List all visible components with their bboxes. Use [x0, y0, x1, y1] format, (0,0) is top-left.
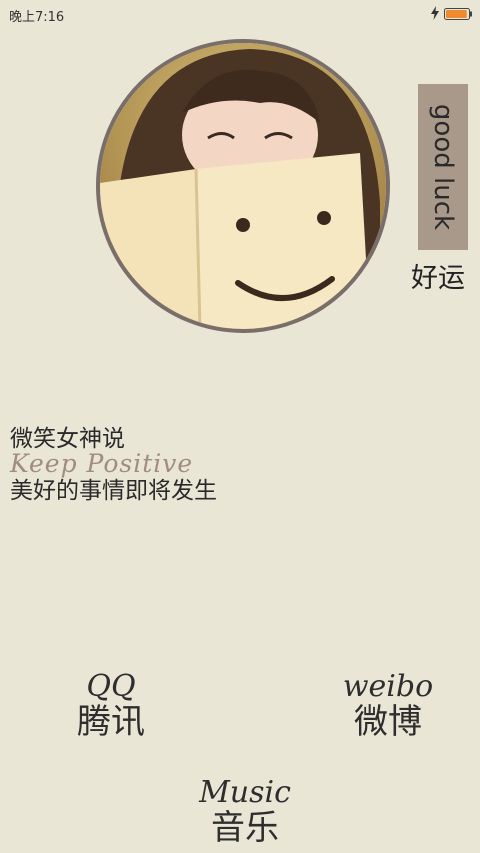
good-luck-badge: good luck	[418, 84, 468, 250]
status-time: 晚上7:16	[9, 10, 65, 25]
status-bar: 晚上7:16	[0, 0, 480, 28]
qq-label-zh: 腾讯	[77, 702, 145, 742]
good-luck-caption: 好运	[411, 263, 465, 294]
charging-bolt-icon	[431, 6, 439, 20]
avatar-photo[interactable]	[96, 39, 390, 333]
battery-icon	[444, 8, 472, 20]
music-label-zh: 音乐	[211, 808, 279, 848]
quote-line-3: 美好的事情即将发生	[10, 478, 217, 504]
quote-block: 微笑女神说 Keep Positive 美好的事情即将发生	[10, 425, 217, 505]
music-label-en: Music	[199, 775, 291, 810]
qq-label-en: QQ	[86, 669, 136, 704]
smiling-girl-photo-icon	[100, 43, 386, 329]
music-link[interactable]: Music 音乐	[185, 775, 305, 848]
weibo-label-zh: 微博	[354, 702, 422, 742]
qq-link[interactable]: QQ 腾讯	[56, 669, 166, 742]
weibo-label-en: weibo	[342, 669, 434, 704]
good-luck-text: good luck	[428, 103, 458, 231]
quote-line-2: Keep Positive	[10, 449, 194, 478]
weibo-link[interactable]: weibo 微博	[328, 669, 448, 742]
